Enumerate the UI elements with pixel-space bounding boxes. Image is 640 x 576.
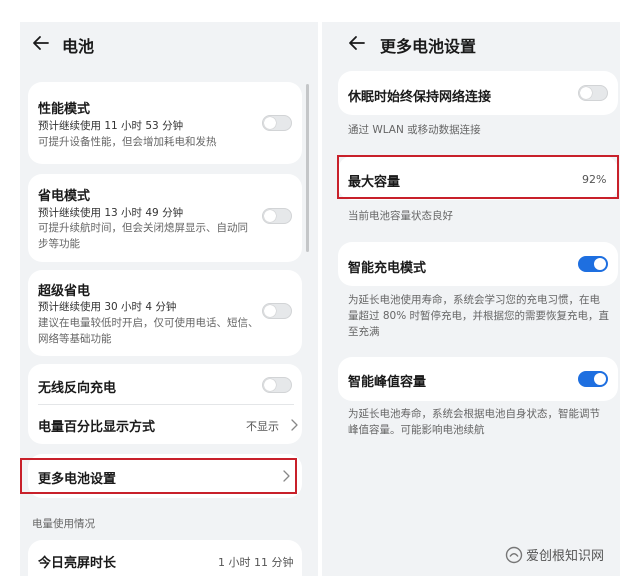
peak-capacity-desc: 为延长电池寿命，系统会根据电池自身状态，智能调节峰值容量。可能影响电池续航: [348, 408, 600, 436]
smart-charging-card[interactable]: 智能充电模式: [338, 242, 618, 286]
watermark-text: 爱创根知识网: [526, 549, 605, 564]
back-arrow-icon[interactable]: [30, 32, 52, 54]
chevron-right-icon: [291, 419, 298, 431]
smart-charging-title: 智能充电模式: [348, 261, 427, 276]
highlight-frame: [20, 458, 297, 494]
percent-display-value[interactable]: 不显示: [246, 418, 279, 434]
wireless-reverse-title: 无线反向充电: [38, 381, 117, 396]
usage-section-label: 电量使用情况: [32, 518, 95, 530]
stay-connected-card[interactable]: 休眠时始终保持网络连接: [338, 71, 618, 115]
smart-charging-desc: 为延长电池使用寿命，系统会学习您的充电习惯，在电量超过 80% 时暂停充电，并根…: [348, 294, 610, 338]
page-title: 更多电池设置: [380, 37, 477, 56]
scrollbar[interactable]: [306, 84, 309, 252]
watermark: 爱创根知识网: [505, 545, 604, 564]
super-saving-title: 超级省电: [38, 284, 91, 299]
power-saving-card[interactable]: 省电模式 预计继续使用 13 小时 49 分钟 可提升续航时间，但会关闭熄屏显示…: [28, 174, 302, 262]
screen-time-item[interactable]: 今日亮屏时长 1 小时 11 分钟: [28, 540, 302, 576]
divider: [38, 404, 294, 405]
power-saving-title: 省电模式: [38, 189, 91, 204]
super-saving-estimate: 预计继续使用 30 小时 4 分钟: [38, 301, 177, 313]
super-saving-card[interactable]: 超级省电 预计继续使用 30 小时 4 分钟 建议在电量较低时开启，仅可使用电话…: [28, 270, 302, 356]
percent-display-title[interactable]: 电量百分比显示方式: [38, 416, 155, 435]
screen-time-value: 1 小时 11 分钟: [218, 556, 294, 569]
peak-capacity-title: 智能峰值容量: [348, 375, 427, 390]
highlight-frame: [337, 155, 619, 199]
peak-capacity-card[interactable]: 智能峰值容量: [338, 357, 618, 401]
peak-capacity-toggle[interactable]: [578, 371, 608, 387]
performance-mode-title: 性能模式: [38, 102, 91, 117]
performance-mode-card[interactable]: 性能模式 预计继续使用 11 小时 53 分钟 可提升设备性能，但会增加耗电和发…: [28, 82, 302, 164]
smart-charging-toggle[interactable]: [578, 256, 608, 272]
page-title: 电池: [62, 37, 95, 56]
super-saving-toggle[interactable]: [262, 303, 292, 319]
battery-settings-panel: 电池 性能模式 预计继续使用 11 小时 53 分钟 可提升设备性能，但会增加耗…: [20, 22, 318, 576]
battery-header: 电池: [20, 22, 318, 66]
more-battery-settings-panel: 更多电池设置 休眠时始终保持网络连接 通过 WLAN 或移动数据连接 最大容量 …: [322, 22, 620, 576]
power-saving-toggle[interactable]: [262, 208, 292, 224]
screen-time-title: 今日亮屏时长: [38, 556, 117, 571]
stay-connected-toggle[interactable]: [578, 85, 608, 101]
back-arrow-icon[interactable]: [346, 32, 368, 54]
charging-options-card: 无线反向充电 电量百分比显示方式 不显示: [28, 364, 302, 444]
power-saving-estimate: 预计继续使用 13 小时 49 分钟: [38, 207, 184, 219]
stay-connected-note: 通过 WLAN 或移动数据连接: [348, 124, 481, 136]
power-saving-desc: 可提升续航时间，但会关闭熄屏显示、自动同步等功能: [38, 222, 248, 250]
performance-mode-toggle[interactable]: [262, 115, 292, 131]
watermark-logo-icon: [505, 546, 523, 563]
super-saving-desc: 建议在电量较低时开启，仅可使用电话、短信、网络等基础功能: [38, 317, 259, 345]
more-settings-header: 更多电池设置: [322, 22, 620, 66]
max-capacity-note: 当前电池容量状态良好: [348, 210, 453, 222]
performance-mode-desc: 可提升设备性能，但会增加耗电和发热: [38, 136, 217, 148]
wireless-reverse-toggle[interactable]: [262, 377, 292, 393]
performance-mode-estimate: 预计继续使用 11 小时 53 分钟: [38, 120, 184, 132]
stay-connected-title: 休眠时始终保持网络连接: [348, 90, 492, 105]
